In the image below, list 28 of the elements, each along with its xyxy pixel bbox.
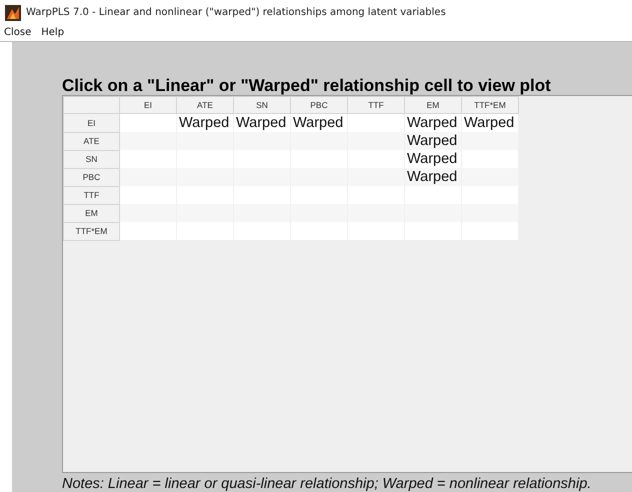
row-header: TTF*EM — [64, 222, 120, 240]
column-header: EI — [120, 96, 176, 114]
menu-item[interactable]: Help — [41, 26, 64, 38]
column-header: TTF — [348, 96, 404, 114]
column-header: SN — [234, 96, 290, 114]
table-cell[interactable]: Warped — [234, 114, 290, 132]
table-cell[interactable]: Warped — [404, 150, 462, 168]
row-header: ATE — [64, 132, 120, 150]
column-header: EM — [404, 96, 462, 114]
app-icon — [5, 4, 21, 21]
notes-text: Notes: Linear = linear or quasi-linear relationship; Warped = nonlinear relationship. — [62, 475, 592, 492]
row-header: EI — [64, 114, 120, 132]
column-header: PBC — [290, 96, 348, 114]
menu-item[interactable]: Close — [4, 26, 32, 38]
row-header: TTF — [64, 186, 120, 204]
table-cell[interactable]: Warped — [404, 132, 462, 150]
window-title: WarpPLS 7.0 - Linear and nonlinear ("warped") relationships among latent variables — [26, 7, 446, 18]
column-header: ATE — [176, 96, 234, 114]
row-header: SN — [64, 150, 120, 168]
table-cell[interactable]: Warped — [404, 168, 462, 186]
row-header: EM — [64, 204, 120, 222]
row-header: PBC — [64, 168, 120, 186]
table-cell[interactable]: Warped — [290, 114, 348, 132]
heading: Click on a "Linear" or "Warped" relationship cell to view plot — [62, 76, 552, 95]
table-cell[interactable]: Warped — [176, 114, 234, 132]
table-cell[interactable]: Warped — [462, 114, 518, 132]
table-cell[interactable]: Warped — [404, 114, 462, 132]
column-header: TTF*EM — [462, 96, 518, 114]
